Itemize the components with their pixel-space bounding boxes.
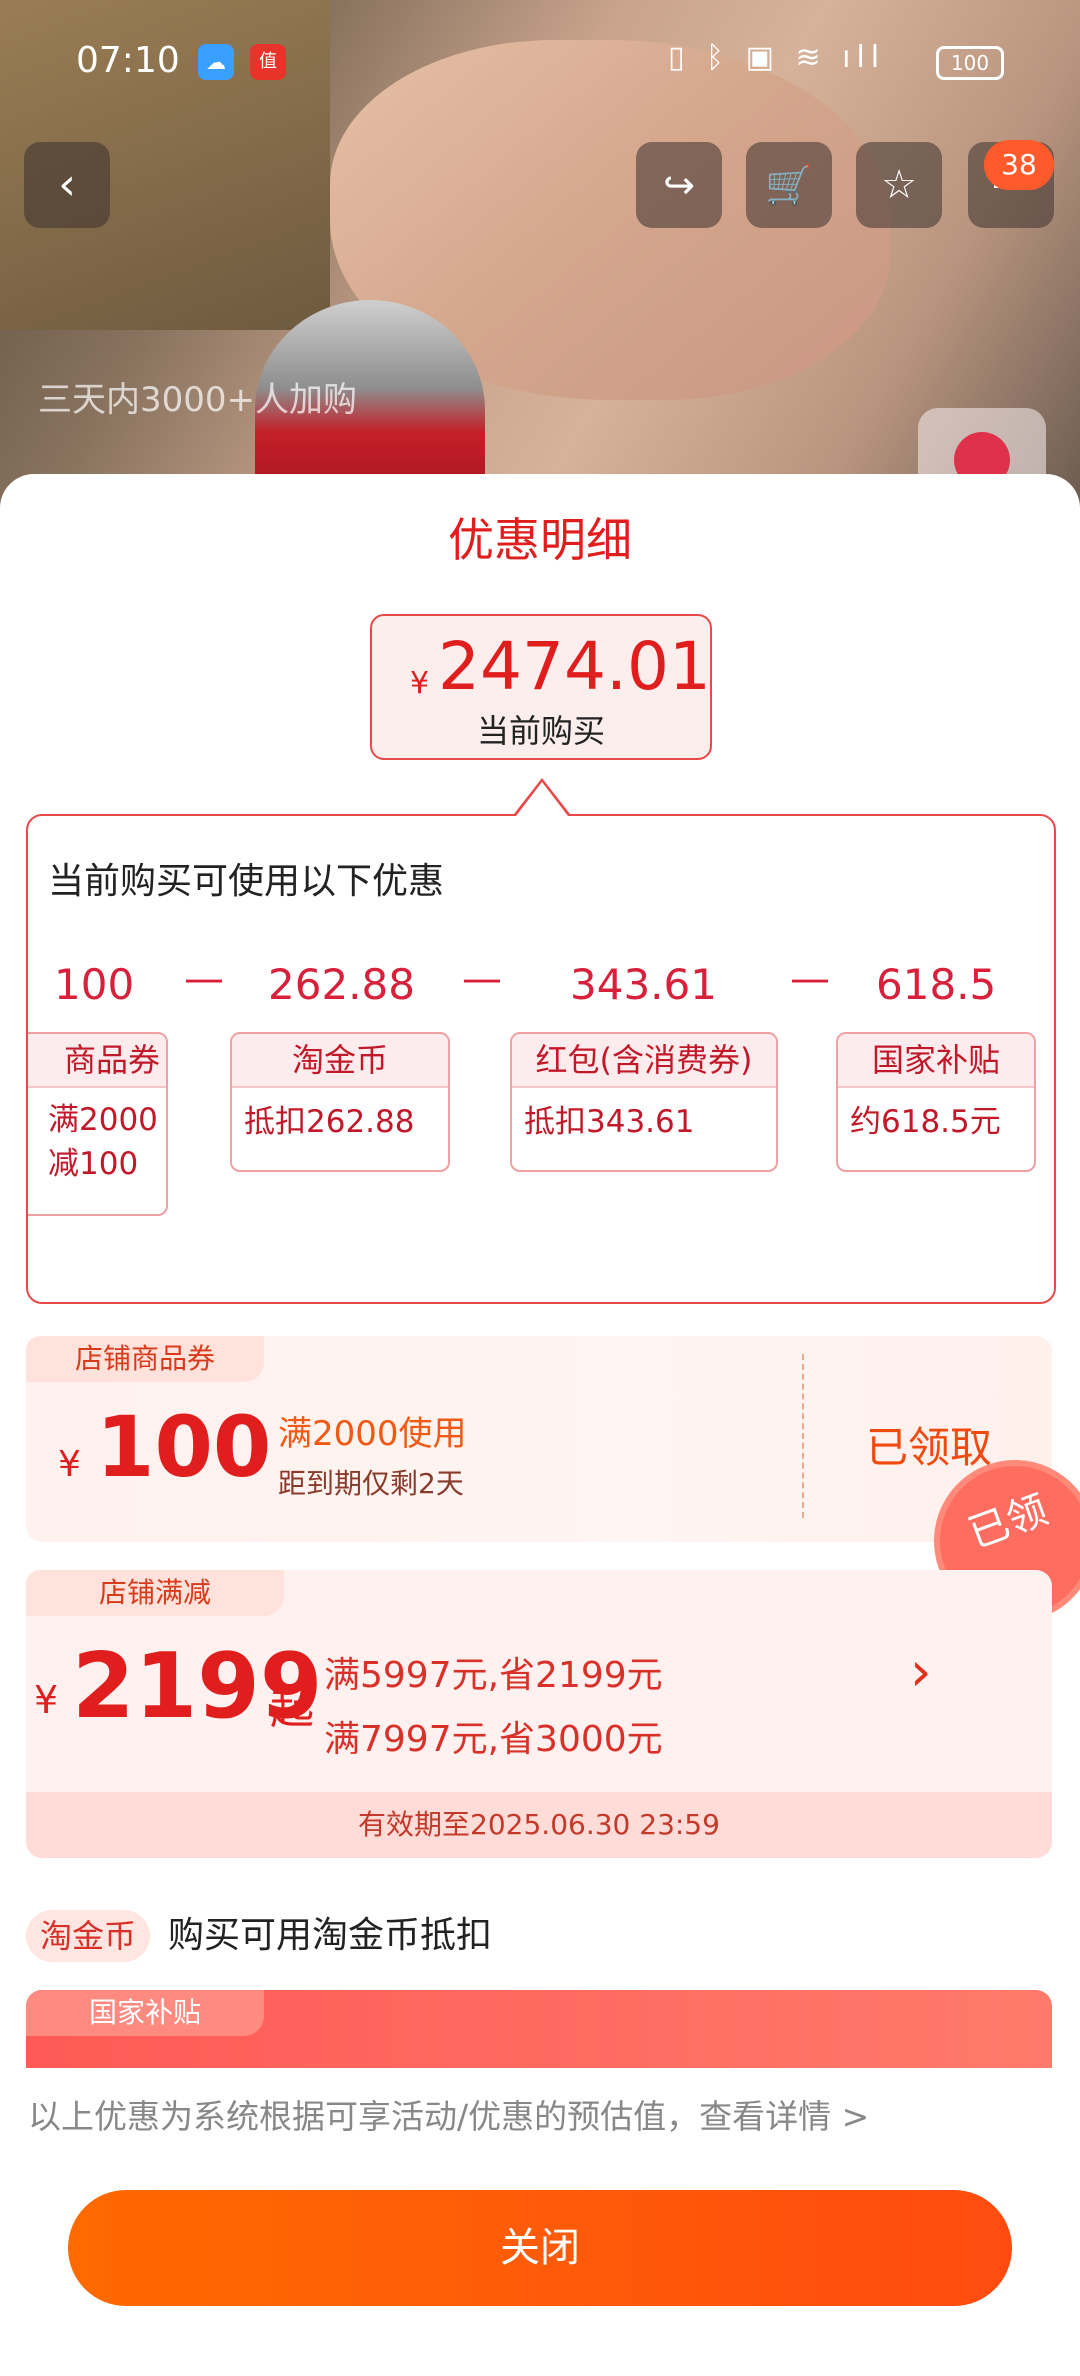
coupon-divider xyxy=(802,1354,804,1518)
favorite-button[interactable]: ☆ xyxy=(856,142,942,228)
status-time: 07:10 xyxy=(76,40,180,81)
store-coupon-tag: 店铺商品券 xyxy=(26,1336,264,1382)
weather-app-icon: ☁ xyxy=(198,44,234,80)
card-title: 国家补贴 xyxy=(838,1034,1034,1088)
claimed-button[interactable]: 已领取 xyxy=(866,1414,992,1475)
amount-redpacket: 343.61 xyxy=(570,960,717,1009)
coupon-card[interactable]: 商品券 满2000 减100 xyxy=(28,1032,168,1216)
card-body: 满2000 减100 xyxy=(28,1088,166,1186)
minus-operator: — xyxy=(790,956,830,1002)
current-price-value: 2474.01 xyxy=(438,628,711,705)
card-line: 抵扣343.61 xyxy=(524,1104,695,1140)
taojinbi-tag: 淘金币 xyxy=(26,1910,151,1962)
card-line: 约618.5元 xyxy=(850,1104,1001,1140)
redpacket-card[interactable]: 红包(含消费券) 抵扣343.61 xyxy=(510,1032,778,1172)
amount-subsidy: 618.5 xyxy=(876,960,997,1009)
card-line: 抵扣262.88 xyxy=(244,1104,415,1140)
discount-rule: 满7997元,省3000元 xyxy=(324,1719,663,1760)
discount-currency-symbol: ¥ xyxy=(34,1678,59,1722)
coupon-currency-symbol: ¥ xyxy=(58,1444,81,1485)
card-title: 商品券 xyxy=(28,1034,166,1088)
taojinbi-text: 购买可用淘金币抵扣 xyxy=(168,1915,493,1956)
shopping-app-icon: 值 xyxy=(250,44,286,80)
store-discount-tag: 店铺满减 xyxy=(26,1570,284,1616)
coupon-condition: 满2000使用 xyxy=(278,1414,467,1454)
discount-validity: 有效期至2025.06.30 23:59 xyxy=(26,1792,1052,1858)
subsidy-card[interactable]: 国家补贴 约618.5元 xyxy=(836,1032,1036,1172)
coupon-expiry: 距到期仅剩2天 xyxy=(278,1467,464,1500)
discount-suffix: 起 xyxy=(270,1683,314,1734)
current-price-box: ¥ 2474.01 当前购买 xyxy=(370,614,712,760)
message-count-badge: 38 xyxy=(984,140,1054,190)
currency-symbol: ¥ xyxy=(410,666,430,701)
sheet-title: 优惠明细 xyxy=(448,513,632,567)
subsidy-tag: 国家补贴 xyxy=(26,1990,264,2036)
minus-operator: — xyxy=(184,956,224,1002)
card-title: 红包(含消费券) xyxy=(512,1034,776,1088)
battery-icon: 100 xyxy=(936,46,1004,80)
taojinbi-card[interactable]: 淘金币 抵扣262.88 xyxy=(230,1032,450,1172)
estimate-footnote-link[interactable]: 以上优惠为系统根据可享活动/优惠的预估值，查看详情 > xyxy=(28,2090,869,2138)
chevron-right-icon[interactable]: › xyxy=(910,1640,932,1703)
status-icons: ▯ ᛒ ▣ ≋ ıll xyxy=(668,40,886,75)
card-title: 淘金币 xyxy=(232,1034,448,1088)
breakdown-heading: 当前购买可使用以下优惠 xyxy=(48,861,445,902)
current-price-label: 当前购买 xyxy=(476,712,605,750)
amount-coupon: 100 xyxy=(54,960,135,1009)
discount-rule: 满5997元,省2199元 xyxy=(324,1655,663,1696)
coupon-amount: 100 xyxy=(96,1398,272,1496)
cart-button[interactable]: 🛒 xyxy=(746,142,832,228)
minus-operator: — xyxy=(462,956,502,1002)
panel-pointer-fill xyxy=(516,782,568,816)
card-line: 满2000 xyxy=(48,1102,158,1138)
share-button[interactable]: ↪ xyxy=(636,142,722,228)
social-proof-text: 三天内3000+人加购 xyxy=(38,380,358,420)
back-button[interactable]: ‹ xyxy=(24,142,110,228)
amount-taojinbi: 262.88 xyxy=(268,960,415,1009)
status-bar: 07:10 ☁ 值 ▯ ᛒ ▣ ≋ ıll 100 xyxy=(0,0,1080,130)
card-line: 减100 xyxy=(48,1146,139,1182)
close-button[interactable]: 关闭 xyxy=(68,2190,1012,2306)
